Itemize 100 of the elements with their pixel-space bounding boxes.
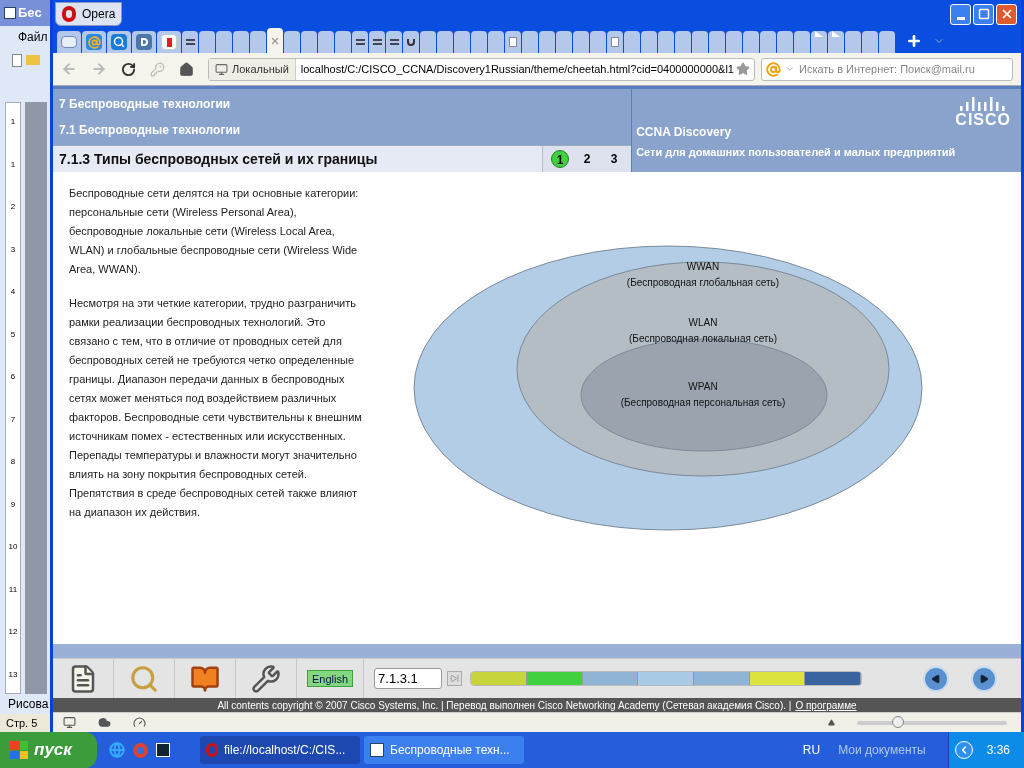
address-field[interactable]: Локальный localhost/C:/CISCO_CCNA/Discovery1Russian/theme/cheetah.html?cid=0400000000&l1 xyxy=(208,57,755,81)
maximize-button[interactable] xyxy=(973,3,994,25)
course-name: CCNA Discovery xyxy=(636,123,733,141)
page-number[interactable]: 2 xyxy=(578,150,597,168)
menu-item[interactable]: Файл xyxy=(18,28,48,46)
about-link[interactable]: О программе xyxy=(795,697,857,713)
maximize-icon xyxy=(977,8,990,20)
word-icon xyxy=(370,743,384,757)
progress-segment[interactable] xyxy=(805,672,862,685)
panel-toggle-icon[interactable] xyxy=(63,716,76,729)
expand-tray-button[interactable] xyxy=(954,741,973,759)
opera-menu-button[interactable]: Opera xyxy=(55,2,123,26)
go-button[interactable] xyxy=(447,671,463,686)
network-name: WPAN xyxy=(688,380,718,394)
search-bar[interactable]: Искать в Интернет: Поиск@mail.ru xyxy=(761,57,1013,81)
ruler-number: 9 xyxy=(10,499,16,509)
progress-segment[interactable] xyxy=(693,672,750,685)
tools-icon[interactable] xyxy=(251,663,281,694)
previous-button[interactable] xyxy=(923,665,949,692)
status-text: Стр. 5 xyxy=(6,715,38,731)
address-label: Локальный xyxy=(232,61,289,77)
mail-search-icon[interactable] xyxy=(766,61,781,77)
chapter-title: 7 Беспроводные технологии xyxy=(59,96,232,113)
ruler-number: 12 xyxy=(8,627,18,637)
ruler-number: 11 xyxy=(8,584,18,594)
taskbar-button[interactable]: Беспроводные техн... xyxy=(364,736,524,764)
ruler-number: 10 xyxy=(8,542,18,552)
key-icon[interactable] xyxy=(150,61,165,77)
opera-logo-icon xyxy=(206,743,218,757)
minimize-icon xyxy=(956,16,965,20)
progress-segment[interactable] xyxy=(638,672,694,685)
progress-segment[interactable] xyxy=(749,672,806,685)
window-title: Бес xyxy=(0,0,50,26)
ruler-number: 4 xyxy=(10,287,16,297)
new-document-icon[interactable] xyxy=(12,53,22,67)
home-icon[interactable] xyxy=(179,61,194,77)
ruler-number: 2 xyxy=(10,202,16,212)
browser-tab[interactable] xyxy=(403,31,419,53)
page-number-field[interactable]: 7.1.3.1 xyxy=(374,668,443,689)
course-subtitle: Сети для домашних пользователей и малых предприятий xyxy=(636,144,956,160)
progress-segment[interactable] xyxy=(582,672,639,685)
close-tab-icon[interactable] xyxy=(270,35,280,46)
cisco-logo: CISCO xyxy=(955,95,1011,129)
search-icon xyxy=(111,34,127,50)
page-number[interactable]: 3 xyxy=(605,150,624,168)
browser-icon[interactable] xyxy=(109,742,125,758)
toolbar-label[interactable]: Рисова xyxy=(8,695,49,713)
new-tab-icon[interactable] xyxy=(906,33,922,49)
section-title: 7.1 Беспроводные технологии xyxy=(59,122,242,139)
ruler-number: 7 xyxy=(10,414,16,424)
body-paragraph: Беспроводные сети делятся на три основные категории: персональные сети (Wireless Personal Area), беспроводные локальные сети (Wireless Local Area, WLAN) и глобальные беспроводные сети (Wireless Wide Area, WWAN). xyxy=(69,186,360,277)
opera-logo-icon xyxy=(62,6,76,22)
ruler-number: 13 xyxy=(8,669,18,679)
page-icon xyxy=(611,37,619,47)
search-field[interactable]: Искать в Интернет: Поиск@mail.ru xyxy=(799,60,1008,78)
close-button[interactable] xyxy=(996,3,1017,25)
ruler-number: 1 xyxy=(10,159,16,169)
language-button[interactable]: English xyxy=(307,670,354,687)
network-description: (Беспроводная локальная сеть) xyxy=(629,332,777,346)
zoom-slider-thumb[interactable] xyxy=(891,715,904,728)
dropdown-icon[interactable] xyxy=(785,64,795,74)
speed-dial-icon[interactable] xyxy=(133,716,146,729)
browser-tab[interactable] xyxy=(607,31,623,53)
folded-corner-icon xyxy=(815,31,823,37)
at-sign-icon xyxy=(86,34,102,50)
up-arrow-icon[interactable] xyxy=(828,719,835,726)
browser-tab[interactable] xyxy=(369,31,385,53)
ruler-number: 8 xyxy=(10,457,16,467)
network-description: (Беспроводная глобальная сеть) xyxy=(626,276,780,290)
search-icon[interactable] xyxy=(129,663,159,694)
next-button[interactable] xyxy=(971,665,997,692)
copyright-text: All contents copyright © 2007 Cisco Systems, Inc. | Перевод выполнен Cisco Networking Academy (Сетевая академия Cisco). | xyxy=(217,698,792,713)
forward-icon[interactable] xyxy=(91,61,107,77)
network-name: WLAN xyxy=(688,316,718,330)
browser-tab[interactable] xyxy=(132,31,156,53)
clock: 3:36 xyxy=(986,742,1010,759)
network-name: WWAN xyxy=(686,260,720,274)
left-arrow-icon xyxy=(931,673,941,684)
page-number[interactable]: 1 xyxy=(551,150,570,168)
language-indicator[interactable]: RU xyxy=(802,741,821,759)
browser-tab[interactable] xyxy=(157,31,181,53)
right-arrow-icon xyxy=(979,673,989,684)
taskbar-button[interactable]: file://localhost/C:/CIS... xyxy=(200,736,360,764)
browser-tab[interactable] xyxy=(352,31,368,53)
back-icon[interactable] xyxy=(61,61,77,77)
body-paragraph: Несмотря на эти четкие категории, трудно разграничить рамки реализации беспроводных технологий. Это связано с тем, что в отличие от проводных сетей для беспроводных сетей не требуются четко определенные границы. Диапазон передачи данных в беспроводных сетях может меняться под воздействием различных факторов. Беспроводные сети чувствительны к внешним источникам помех - естественных или искусственных. Перепады температуры и влажности могут значительно влиять на зону покрытия беспроводных сетей. Препятствия в среде беспроводных сетей также влияют на диапазон их действия. xyxy=(69,296,363,520)
progress-segment[interactable] xyxy=(471,672,527,685)
reload-icon[interactable] xyxy=(121,61,136,77)
ruler-number: 5 xyxy=(10,329,16,339)
progress-segment[interactable] xyxy=(526,672,583,685)
ruler-number: 6 xyxy=(10,372,16,382)
minimize-button[interactable] xyxy=(950,3,971,25)
bookmark-star-icon[interactable] xyxy=(736,62,750,76)
text-lines-icon xyxy=(185,39,195,45)
browser-tab[interactable] xyxy=(505,31,521,53)
cloud-icon[interactable] xyxy=(98,716,111,729)
browser-tab[interactable] xyxy=(386,31,402,53)
browser-tab[interactable] xyxy=(182,31,198,53)
word-icon xyxy=(4,7,16,19)
browser-tab[interactable] xyxy=(107,31,131,53)
